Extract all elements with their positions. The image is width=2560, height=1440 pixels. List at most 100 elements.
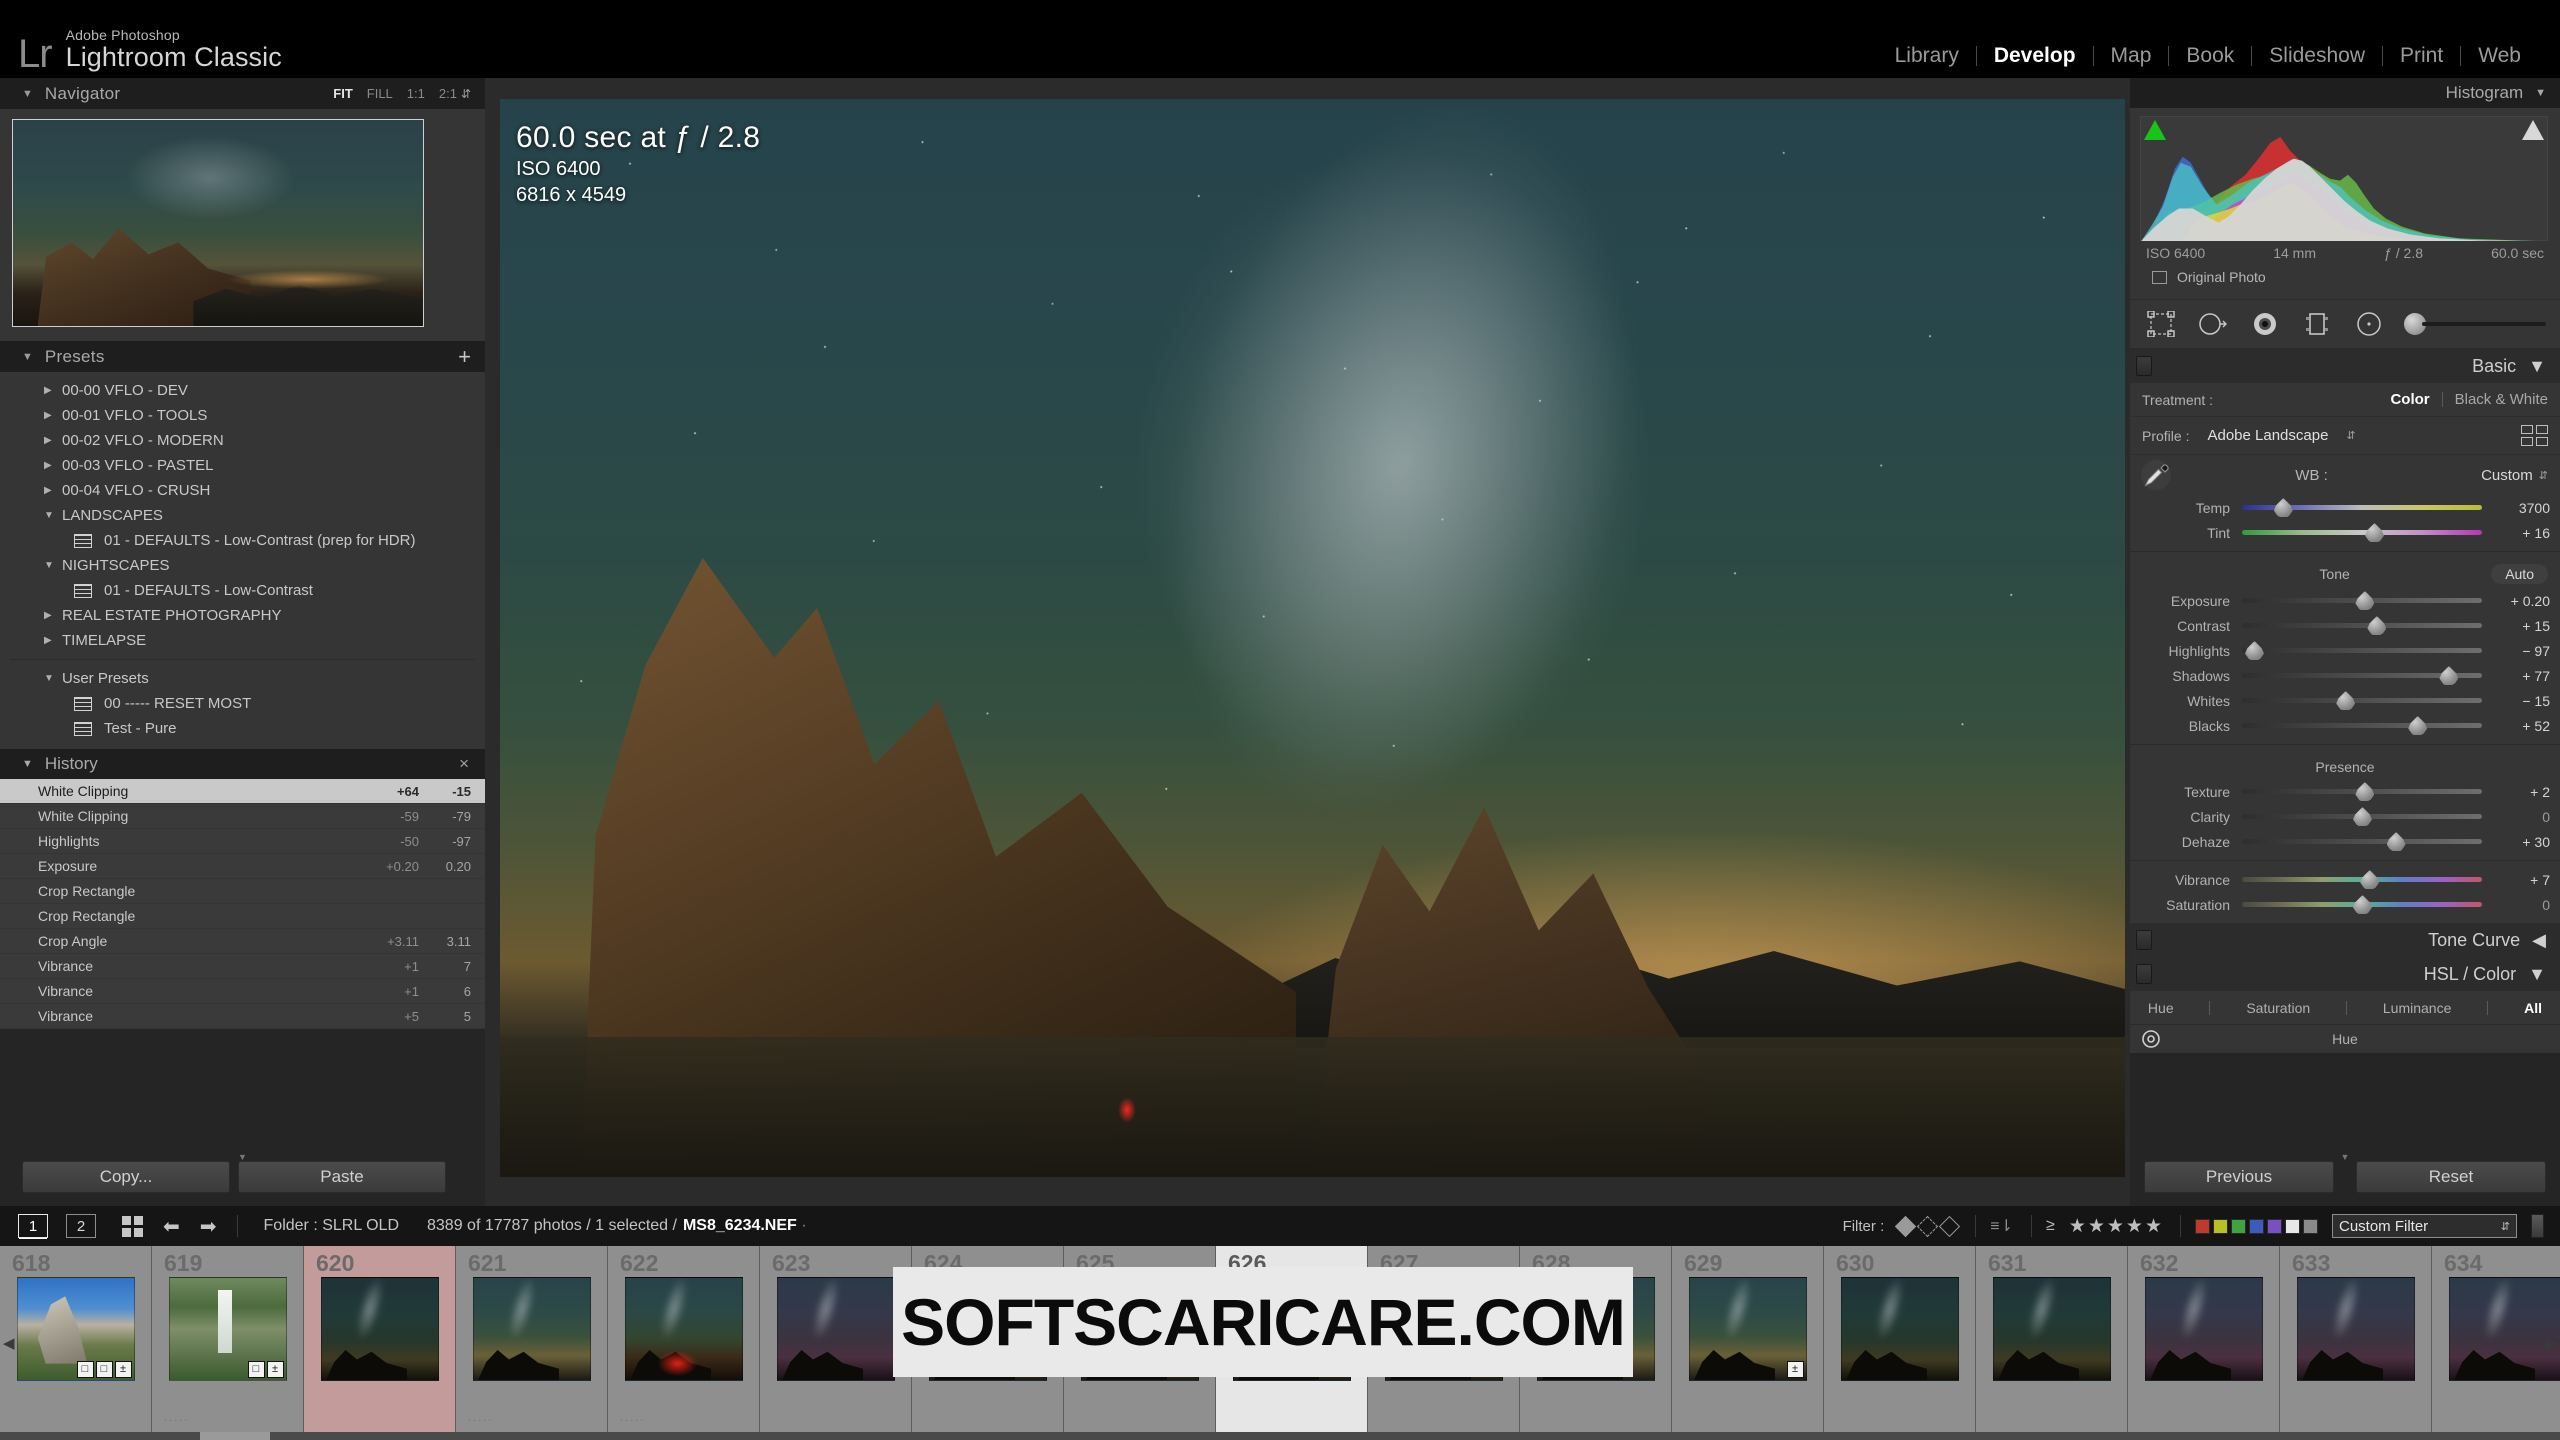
filmstrip-scroll-left-icon[interactable]: ◀ (3, 1334, 15, 1352)
star-2-icon[interactable]: ★ (2088, 1215, 2105, 1238)
slider-track-tint[interactable] (2242, 523, 2482, 542)
presets-header[interactable]: ▼ Presets + (0, 341, 485, 372)
preset-group[interactable]: ▶ TIMELAPSE (0, 628, 485, 653)
slider-value-texture[interactable]: + 2 (2482, 784, 2550, 800)
slider-knob-clarity[interactable] (2353, 807, 2372, 826)
wb-value[interactable]: Custom (2481, 467, 2533, 484)
slider-value-shadows[interactable]: + 77 (2482, 668, 2550, 684)
filmstrip-badge-icon[interactable]: □ (76, 1361, 94, 1378)
chevron-down-icon[interactable]: ▼ (22, 758, 33, 770)
hsl-section-header[interactable]: HSL / Color ▼ (2130, 957, 2560, 991)
slider-value-highlights[interactable]: − 97 (2482, 643, 2550, 659)
filmstrip-cell[interactable]: 634 (2432, 1246, 2560, 1440)
previous-photo-arrow-icon[interactable]: ⬅ (163, 1214, 180, 1239)
panel-collapse-caret-icon[interactable]: ▼ (2341, 1152, 2350, 1162)
color-label-swatch-7[interactable] (2303, 1218, 2318, 1234)
slider-value-contrast[interactable]: + 15 (2482, 618, 2550, 634)
filmstrip-scroll-right-icon[interactable]: ▶ (2545, 1334, 2557, 1352)
filter-enable-switch[interactable] (2531, 1214, 2544, 1238)
star-1-icon[interactable]: ★ (2069, 1215, 2086, 1238)
filmstrip-thumbnail[interactable] (320, 1277, 439, 1381)
color-label-swatch-3[interactable] (2231, 1218, 2246, 1234)
slider-value-clarity[interactable]: 0 (2482, 809, 2550, 825)
chevron-down-icon[interactable]: ▼ (44, 510, 62, 521)
filmstrip-cell[interactable]: 620 (304, 1246, 456, 1440)
chevron-right-icon[interactable]: ▶ (44, 460, 62, 471)
preset-group[interactable]: ▶ REAL ESTATE PHOTOGRAPHY (0, 603, 485, 628)
preset-item[interactable]: 01 - DEFAULTS - Low-Contrast (prep for H… (0, 528, 485, 553)
slider-track-texture[interactable] (2242, 782, 2482, 801)
filmstrip-thumbnail[interactable] (2144, 1277, 2263, 1381)
preset-group[interactable]: ▶ 00-01 VFLO - TOOLS (0, 403, 485, 428)
filmstrip-badge-icon[interactable]: ± (114, 1361, 132, 1378)
history-row[interactable]: Vibrance +1 7 (0, 954, 485, 979)
rating-operator[interactable]: ≥ (2046, 1217, 2055, 1235)
slider-knob-vibrance[interactable] (2360, 870, 2380, 889)
filmstrip-thumbnail[interactable] (472, 1277, 591, 1381)
crop-overlay-tool-icon[interactable] (2144, 309, 2178, 339)
color-label-swatch-1[interactable] (2195, 1218, 2210, 1234)
preset-item[interactable]: Test - Pure (0, 716, 485, 741)
photo-canvas[interactable]: 60.0 sec at ƒ / 2.8 ISO 6400 6816 x 4549 (500, 99, 2125, 1177)
star-3-icon[interactable]: ★ (2107, 1215, 2124, 1238)
slider-value-temp[interactable]: 3700 (2482, 500, 2550, 516)
history-row[interactable]: White Clipping -59 -79 (0, 804, 485, 829)
view-1-button[interactable]: 1 (18, 1214, 48, 1238)
profile-browser-icon[interactable] (2521, 425, 2548, 446)
module-map[interactable]: Map (2094, 44, 2169, 68)
module-library[interactable]: Library (1878, 44, 1976, 68)
radial-filter-tool-icon[interactable] (2352, 309, 2386, 339)
color-label-swatch-5[interactable] (2267, 1218, 2282, 1234)
basic-section-header[interactable]: Basic ▼ (2130, 349, 2560, 383)
spot-removal-tool-icon[interactable] (2196, 309, 2230, 339)
preset-group[interactable]: ▶ 00-02 VFLO - MODERN (0, 428, 485, 453)
navigator-header[interactable]: ▼ Navigator FIT FILL 1:1 2:1 ⇵ (0, 78, 485, 109)
highlight-clipping-indicator[interactable] (2522, 120, 2544, 140)
profile-value[interactable]: Adobe Landscape (2207, 427, 2328, 444)
copy-button[interactable]: Copy... (22, 1161, 230, 1193)
chevron-right-icon[interactable]: ▶ (44, 610, 62, 621)
filmstrip-cell[interactable]: 629 ± (1672, 1246, 1824, 1440)
masking-tool-icon[interactable] (2300, 309, 2334, 339)
preset-group[interactable]: ▶ 00-00 VFLO - DEV (0, 378, 485, 403)
hsl-tab-luminance[interactable]: Luminance (2383, 1000, 2452, 1016)
filmstrip-cell[interactable]: 622..... (608, 1246, 760, 1440)
slider-track-exposure[interactable] (2242, 591, 2482, 610)
slider-knob-highlights[interactable] (2245, 641, 2264, 660)
history-header[interactable]: ▼ History × (0, 749, 485, 779)
flag-picked-icon[interactable] (1895, 1215, 1917, 1237)
slider-knob-exposure[interactable] (2355, 591, 2375, 610)
preset-group[interactable]: ▶ 00-04 VFLO - CRUSH (0, 478, 485, 503)
preset-item[interactable]: 01 - DEFAULTS - Low-Contrast (0, 578, 485, 603)
navigator-preview[interactable] (0, 109, 485, 341)
chevron-down-icon[interactable]: ▼ (44, 673, 62, 684)
paste-button[interactable]: Paste (238, 1161, 446, 1193)
preset-group[interactable]: ▼ LANDSCAPES (0, 503, 485, 528)
filmstrip-cell[interactable]: 618 □ □ ± (0, 1246, 152, 1440)
slider-value-dehaze[interactable]: + 30 (2482, 834, 2550, 850)
original-photo-toggle[interactable]: Original Photo (2140, 263, 2550, 295)
filmstrip-badge-icon[interactable]: □ (247, 1361, 265, 1378)
add-preset-button[interactable]: + (458, 344, 471, 370)
auto-tone-button[interactable]: Auto (2491, 564, 2548, 584)
sort-order-icon[interactable]: ≡⇂ (1990, 1216, 2013, 1236)
slider-knob-whites[interactable] (2336, 691, 2356, 710)
shadow-clipping-indicator[interactable] (2144, 120, 2166, 140)
filmstrip-thumbnail[interactable]: □ □ ± (16, 1277, 135, 1381)
preset-group[interactable]: ▶ 00-03 VFLO - PASTEL (0, 453, 485, 478)
history-row[interactable]: Crop Rectangle (0, 904, 485, 929)
color-label-swatch-2[interactable] (2213, 1218, 2228, 1234)
chevron-down-icon[interactable]: ▼ (2528, 964, 2546, 985)
chevron-down-icon[interactable]: ▼ (2535, 87, 2546, 99)
history-row[interactable]: Vibrance +5 5 (0, 1004, 485, 1029)
slider-track-dehaze[interactable] (2242, 832, 2482, 851)
history-row[interactable]: Exposure +0.20 0.20 (0, 854, 485, 879)
checkbox-icon[interactable] (2152, 270, 2167, 284)
module-book[interactable]: Book (2169, 44, 2251, 68)
treatment-bw-option[interactable]: Black & White (2455, 391, 2548, 408)
history-row[interactable]: Crop Rectangle (0, 879, 485, 904)
slider-knob-texture[interactable] (2355, 782, 2375, 801)
slider-track-temp[interactable] (2242, 498, 2482, 517)
filmstrip-thumbnail[interactable] (624, 1277, 743, 1381)
slider-value-exposure[interactable]: + 0.20 (2482, 593, 2550, 609)
